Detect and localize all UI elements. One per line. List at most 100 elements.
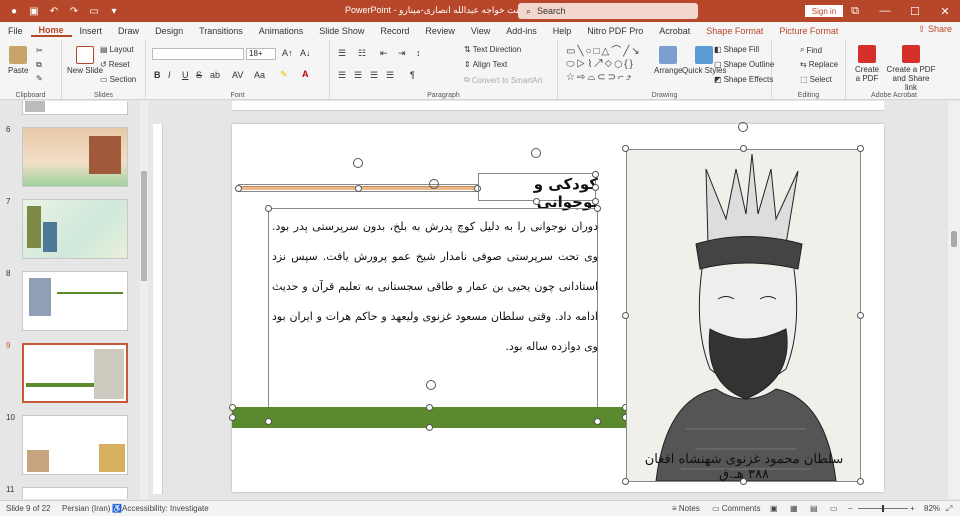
format-painter-icon[interactable]: ✎ [36,74,43,83]
body-handle-tl[interactable] [265,205,272,212]
indent-icon[interactable]: ⇤ [380,48,388,59]
tab-view[interactable]: View [463,26,498,36]
bold-button[interactable]: B [154,70,161,80]
tab-acrobat[interactable]: Acrobat [651,26,698,36]
search-box[interactable]: ⌕ Search [518,3,698,19]
align-center-icon[interactable]: ☰ [354,70,362,81]
zoom-level[interactable]: 82% [924,504,940,513]
portrait-handle-b[interactable] [740,478,747,485]
accessibility-icon[interactable]: ♿ [112,504,122,513]
body-handle-bl[interactable] [265,418,272,425]
bullets-icon[interactable]: ☰ [338,48,346,59]
tab-transitions[interactable]: Transitions [191,26,251,36]
tab-review[interactable]: Review [417,26,463,36]
tab-nitro[interactable]: Nitro PDF Pro [579,26,651,36]
body-handle-tr[interactable] [594,205,601,212]
tab-file[interactable]: File [0,26,31,36]
autosave-icon[interactable]: ● [8,5,20,17]
slide-thumbnail-8[interactable] [22,271,128,331]
tab-add-ins[interactable]: Add-ins [498,26,545,36]
heading-handle-r[interactable] [592,184,599,191]
line-spacing-icon[interactable]: ↕ [416,48,421,58]
customize-qat-icon[interactable]: ▾ [108,5,120,17]
slideshow-view-icon[interactable]: ▭ [830,504,838,513]
tab-insert[interactable]: Insert [72,26,111,36]
arrange-button[interactable]: Arrange [654,46,682,75]
shape-fill-button[interactable]: ◧ Shape Fill [714,45,759,54]
shapes-gallery[interactable]: ▭╲○□△⌒╱↘ ⬭▷⌇↗◇⬡{} ☆⇨⌓⊂⊃⌐⤴ [566,45,650,85]
notes-button[interactable]: ≡ Notes [672,504,700,513]
tab-animations[interactable]: Animations [251,26,312,36]
layout-button[interactable]: ▤ Layout [100,45,134,54]
line-rotate-handle[interactable] [353,158,363,168]
align-text-button[interactable]: ⇕ Align Text [464,60,507,69]
heading-handle-br[interactable] [592,198,599,205]
portrait-handle-br[interactable] [857,478,864,485]
new-slide-button[interactable]: New Slide [67,46,103,75]
text-direction-button[interactable]: ⇅ Text Direction [464,45,521,54]
justify-icon[interactable]: ☰ [386,70,394,81]
increase-font-icon[interactable]: A↑ [282,48,293,58]
zoom-slider-knob[interactable] [882,505,884,512]
slide-thumbnail-5[interactable] [22,101,128,115]
sorter-view-icon[interactable]: ▦ [790,504,798,513]
portrait-handle-r[interactable] [857,312,864,319]
slide-thumbnail-9[interactable] [22,343,128,403]
tab-slide-show[interactable]: Slide Show [311,26,372,36]
body-rotate-handle[interactable] [426,380,436,390]
case-button[interactable]: Aa [254,70,265,80]
bar-handle-tl[interactable] [229,404,236,411]
heading-rotate-handle[interactable] [531,148,541,158]
body-handle-br[interactable] [594,418,601,425]
sign-in-button[interactable]: Sign in [805,5,843,17]
present-icon[interactable]: ▭ [88,5,100,17]
ribbon-display-icon[interactable]: ⧉ [840,0,870,22]
slide-thumbnail-6[interactable] [22,127,128,187]
shape-rotate-handle[interactable] [429,179,439,189]
tab-home[interactable]: Home [30,25,72,37]
portrait-rotate-handle[interactable] [738,122,748,132]
slide-thumbnail-11[interactable] [22,487,128,499]
italic-button[interactable]: I [168,70,171,80]
paste-button[interactable]: Paste [8,46,28,75]
portrait-handle-tl[interactable] [622,145,629,152]
bar-handle-t[interactable] [426,404,433,411]
editor-scrollbar[interactable] [948,101,960,499]
normal-view-icon[interactable]: ▣ [770,504,778,513]
share-button[interactable]: ⇪ Share [918,24,952,35]
close-icon[interactable]: ✕ [930,0,960,22]
minimize-icon[interactable]: — [870,0,900,22]
undo-icon[interactable]: ↶ [48,5,60,17]
create-share-button[interactable]: Create a PDF and Share link [886,45,936,92]
heading-handle-b[interactable] [533,198,540,205]
slide-thumbnail-10[interactable] [22,415,128,475]
shape-outline-button[interactable]: ▢ Shape Outline [714,60,774,69]
underline-button[interactable]: U [182,70,189,80]
fit-slide-icon[interactable]: ⤢ [946,504,952,514]
highlight-icon[interactable]: ✎ [280,69,288,80]
editor-scroll-thumb[interactable] [951,231,957,247]
tab-design[interactable]: Design [147,26,191,36]
line-handle-mid[interactable] [355,185,362,192]
thumbnail-scroll-thumb[interactable] [141,171,147,281]
font-size-box[interactable]: 18+ [246,48,276,60]
strike-button[interactable]: S [196,70,202,80]
font-name-box[interactable] [152,48,244,60]
tab-draw[interactable]: Draw [110,26,147,36]
decrease-font-icon[interactable]: A↓ [300,48,311,58]
rtl-icon[interactable]: ¶ [410,70,415,80]
spacing-button[interactable]: AV [232,70,243,80]
zoom-out-icon[interactable]: − [848,504,853,513]
cut-icon[interactable]: ✂ [36,46,43,55]
maximize-icon[interactable]: ☐ [900,0,930,22]
thumbnail-scrollbar[interactable] [140,101,148,499]
font-color-icon[interactable]: A [302,69,309,79]
bar-handle-b[interactable] [426,424,433,431]
bar-handle-l[interactable] [229,414,236,421]
select-button[interactable]: ⬚ Select [800,75,832,84]
copy-icon[interactable]: ⧉ [36,60,42,70]
tab-shape-format[interactable]: Shape Format [698,26,771,36]
portrait-handle-l[interactable] [622,312,629,319]
language-indicator[interactable]: Persian (Iran) [62,504,110,513]
slide-heading[interactable]: کودکی و نوجوانی [478,175,598,211]
